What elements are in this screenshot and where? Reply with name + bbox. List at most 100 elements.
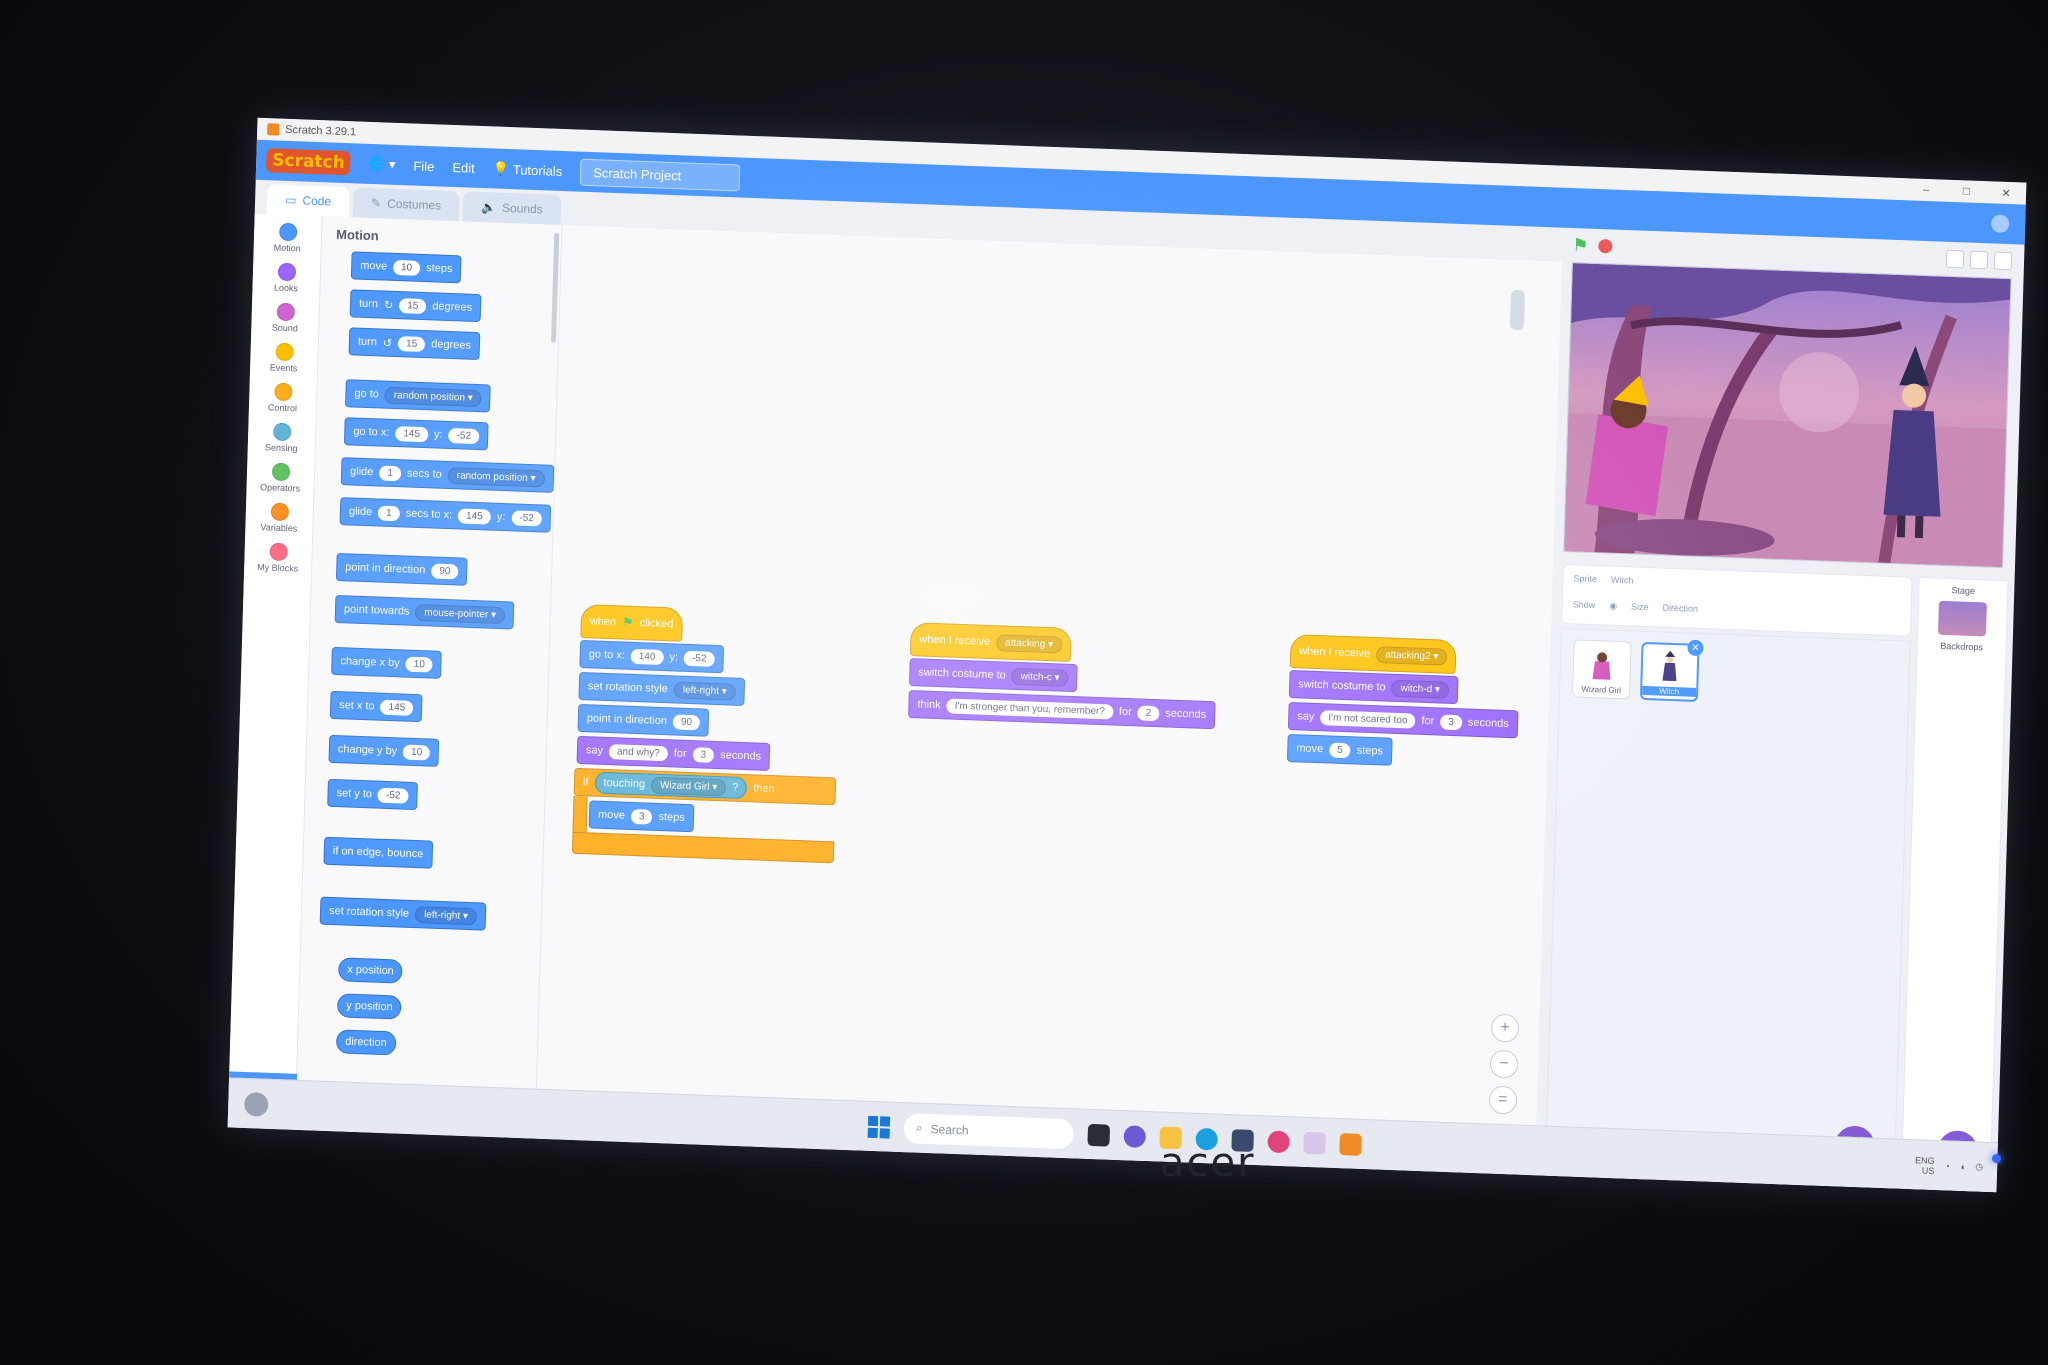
block-say-for-secs[interactable]: say and why? for 3 seconds [576, 735, 771, 771]
block-set-rotation-style[interactable]: set rotation style left-right ▾ [578, 671, 746, 707]
block-input[interactable]: 90 [431, 562, 459, 579]
category-events[interactable]: Events [250, 334, 318, 376]
block-input[interactable]: 145 [380, 699, 414, 716]
block-input[interactable]: -52 [683, 650, 715, 667]
clock-icon[interactable]: ◷ [1975, 1161, 1983, 1172]
block-dropdown[interactable]: attacking ▾ [996, 633, 1063, 654]
palette-block-rotation-style[interactable]: set rotation style left-right ▾ [319, 896, 487, 931]
palette-block-glide-xy[interactable]: glide 1 secs to x: 145 y: -52 [339, 497, 552, 533]
block-think-for-secs[interactable]: think I'm stronger than you, remember? f… [908, 690, 1216, 730]
hat-when-i-receive-attacking2[interactable]: when I receive attacking2 ▾ [1289, 633, 1457, 675]
code-workspace[interactable]: when ⚑ clicked go to x: 140 y: -52 set r… [535, 225, 1562, 1176]
block-input[interactable]: and why? [608, 743, 669, 761]
scratch-taskbar-icon[interactable] [1339, 1132, 1362, 1156]
block-input[interactable]: -52 [377, 787, 409, 804]
tab-costumes[interactable]: ✎ Costumes [352, 187, 460, 222]
block-input[interactable]: 140 [630, 648, 664, 665]
block-input[interactable]: I'm stronger than you, remember? [946, 697, 1114, 720]
sprite-tile-witch[interactable]: Witch ✕ [1639, 639, 1704, 702]
fullscreen-icon[interactable] [1993, 251, 2013, 271]
block-input[interactable]: 145 [395, 425, 429, 442]
category-variables[interactable]: Variables [245, 494, 313, 536]
project-title-input[interactable]: Scratch Project [579, 158, 741, 192]
app-icon[interactable] [1303, 1131, 1326, 1155]
green-flag-icon[interactable]: ⚑ [1572, 235, 1589, 257]
language-indicator[interactable]: ENG US [1915, 1155, 1935, 1176]
tab-sounds[interactable]: 🔈 Sounds [462, 191, 562, 225]
category-sensing[interactable]: Sensing [248, 414, 316, 456]
stop-icon[interactable] [1598, 239, 1613, 254]
tab-code[interactable]: ▭ Code [266, 184, 350, 218]
block-input[interactable]: 15 [397, 335, 426, 352]
block-input[interactable]: 90 [672, 713, 701, 730]
block-input[interactable]: 15 [399, 297, 427, 314]
block-dropdown[interactable]: Wizard Girl ▾ [650, 776, 727, 796]
block-input[interactable]: 10 [405, 656, 434, 673]
language-menu[interactable]: 🌐 ▾ [368, 156, 396, 173]
block-go-to-xy[interactable]: go to x: 140 y: -52 [579, 639, 724, 674]
sprite-name-field[interactable]: Witch [1611, 575, 1634, 586]
palette-reporter-x-position[interactable]: x position [337, 957, 404, 984]
palette-block-move[interactable]: move 10 steps [350, 251, 462, 284]
zoom-out-icon[interactable]: − [1489, 1049, 1519, 1079]
block-move-steps[interactable]: move 3 steps [588, 800, 695, 833]
zoom-reset-icon[interactable]: = [1488, 1085, 1518, 1115]
block-dropdown[interactable]: attacking2 ▾ [1375, 645, 1448, 666]
block-input[interactable]: 1 [377, 504, 400, 521]
hat-when-flag-clicked[interactable]: when ⚑ clicked [580, 603, 683, 642]
palette-block-set-y[interactable]: set y to -52 [327, 778, 418, 811]
stage-canvas[interactable] [1563, 262, 2012, 569]
palette-block-change-y[interactable]: change y by 10 [328, 734, 440, 767]
category-sound[interactable]: Sound [251, 294, 319, 336]
category-looks[interactable]: Looks [252, 254, 320, 296]
block-touching[interactable]: touching Wizard Girl ▾ ? [594, 771, 748, 800]
taskbar-search-box[interactable]: ⌕ Search [903, 1112, 1075, 1149]
zoom-in-icon[interactable]: + [1490, 1013, 1520, 1043]
palette-reporter-y-position[interactable]: y position [336, 993, 403, 1020]
close-button[interactable]: ✕ [1986, 186, 2026, 200]
block-input[interactable]: 10 [402, 744, 431, 761]
palette-block-point-towards[interactable]: point towards mouse-pointer ▾ [334, 594, 515, 630]
palette-block-turn-left[interactable]: turn ↺ 15 degrees [348, 327, 481, 361]
maximize-button[interactable]: □ [1946, 184, 1986, 198]
block-dropdown[interactable]: witch-d ▾ [1391, 679, 1450, 699]
palette-block-change-x[interactable]: change x by 10 [331, 646, 443, 679]
small-stage-icon[interactable] [1945, 249, 1965, 269]
block-input[interactable]: -52 [448, 427, 480, 444]
block-switch-costume[interactable]: switch costume to witch-d ▾ [1288, 669, 1459, 705]
volume-icon[interactable]: ◖ [1960, 1161, 1966, 1171]
chat-icon[interactable] [1123, 1124, 1147, 1148]
hat-when-i-receive-attacking[interactable]: when I receive attacking ▾ [909, 622, 1072, 662]
block-input[interactable]: 3 [1440, 714, 1463, 730]
sprite-tile-wizard-girl[interactable]: Wizard Girl [1571, 639, 1632, 700]
block-switch-costume[interactable]: switch costume to witch-c ▾ [908, 658, 1079, 693]
palette-block-set-x[interactable]: set x to 145 [329, 690, 423, 723]
block-dropdown[interactable]: random position ▾ [447, 466, 545, 488]
scratch-logo[interactable]: Scratch [265, 148, 352, 176]
block-input[interactable]: 1 [379, 464, 402, 481]
block-point-in-direction[interactable]: point in direction 90 [577, 703, 710, 737]
tutorials-menu[interactable]: 💡 Tutorials [492, 160, 563, 179]
wifi-icon[interactable]: ◔ [1944, 1161, 1950, 1171]
delete-sprite-icon[interactable]: ✕ [1687, 639, 1704, 657]
widgets-icon[interactable] [243, 1091, 269, 1117]
block-dropdown[interactable]: random position ▾ [384, 386, 483, 407]
windows-start-icon[interactable] [867, 1115, 891, 1139]
category-operators[interactable]: Operators [246, 454, 314, 496]
large-stage-icon[interactable] [1969, 250, 1989, 270]
palette-block-go-to[interactable]: go to random position ▾ [345, 379, 492, 413]
block-input[interactable]: 3 [692, 746, 715, 763]
block-input[interactable]: 10 [392, 259, 421, 276]
palette-block-glide-to[interactable]: glide 1 secs to random position ▾ [340, 457, 555, 493]
block-input[interactable]: I'm not scared too [1320, 709, 1416, 729]
block-input[interactable]: -52 [511, 509, 542, 526]
block-if-then[interactable]: if touching Wizard Girl ▾ ? then [573, 767, 837, 806]
block-input[interactable]: 5 [1328, 741, 1351, 758]
block-dropdown[interactable]: mouse-pointer ▾ [415, 603, 506, 624]
block-dropdown[interactable]: left-right ▾ [414, 905, 478, 925]
block-move-steps[interactable]: move 5 steps [1286, 733, 1393, 766]
edit-menu[interactable]: Edit [452, 159, 475, 175]
palette-block-turn-right[interactable]: turn ↻ 15 degrees [349, 289, 482, 323]
block-say-for-secs[interactable]: say I'm not scared too for 3 seconds [1287, 701, 1519, 739]
task-view-icon[interactable] [1087, 1123, 1111, 1147]
